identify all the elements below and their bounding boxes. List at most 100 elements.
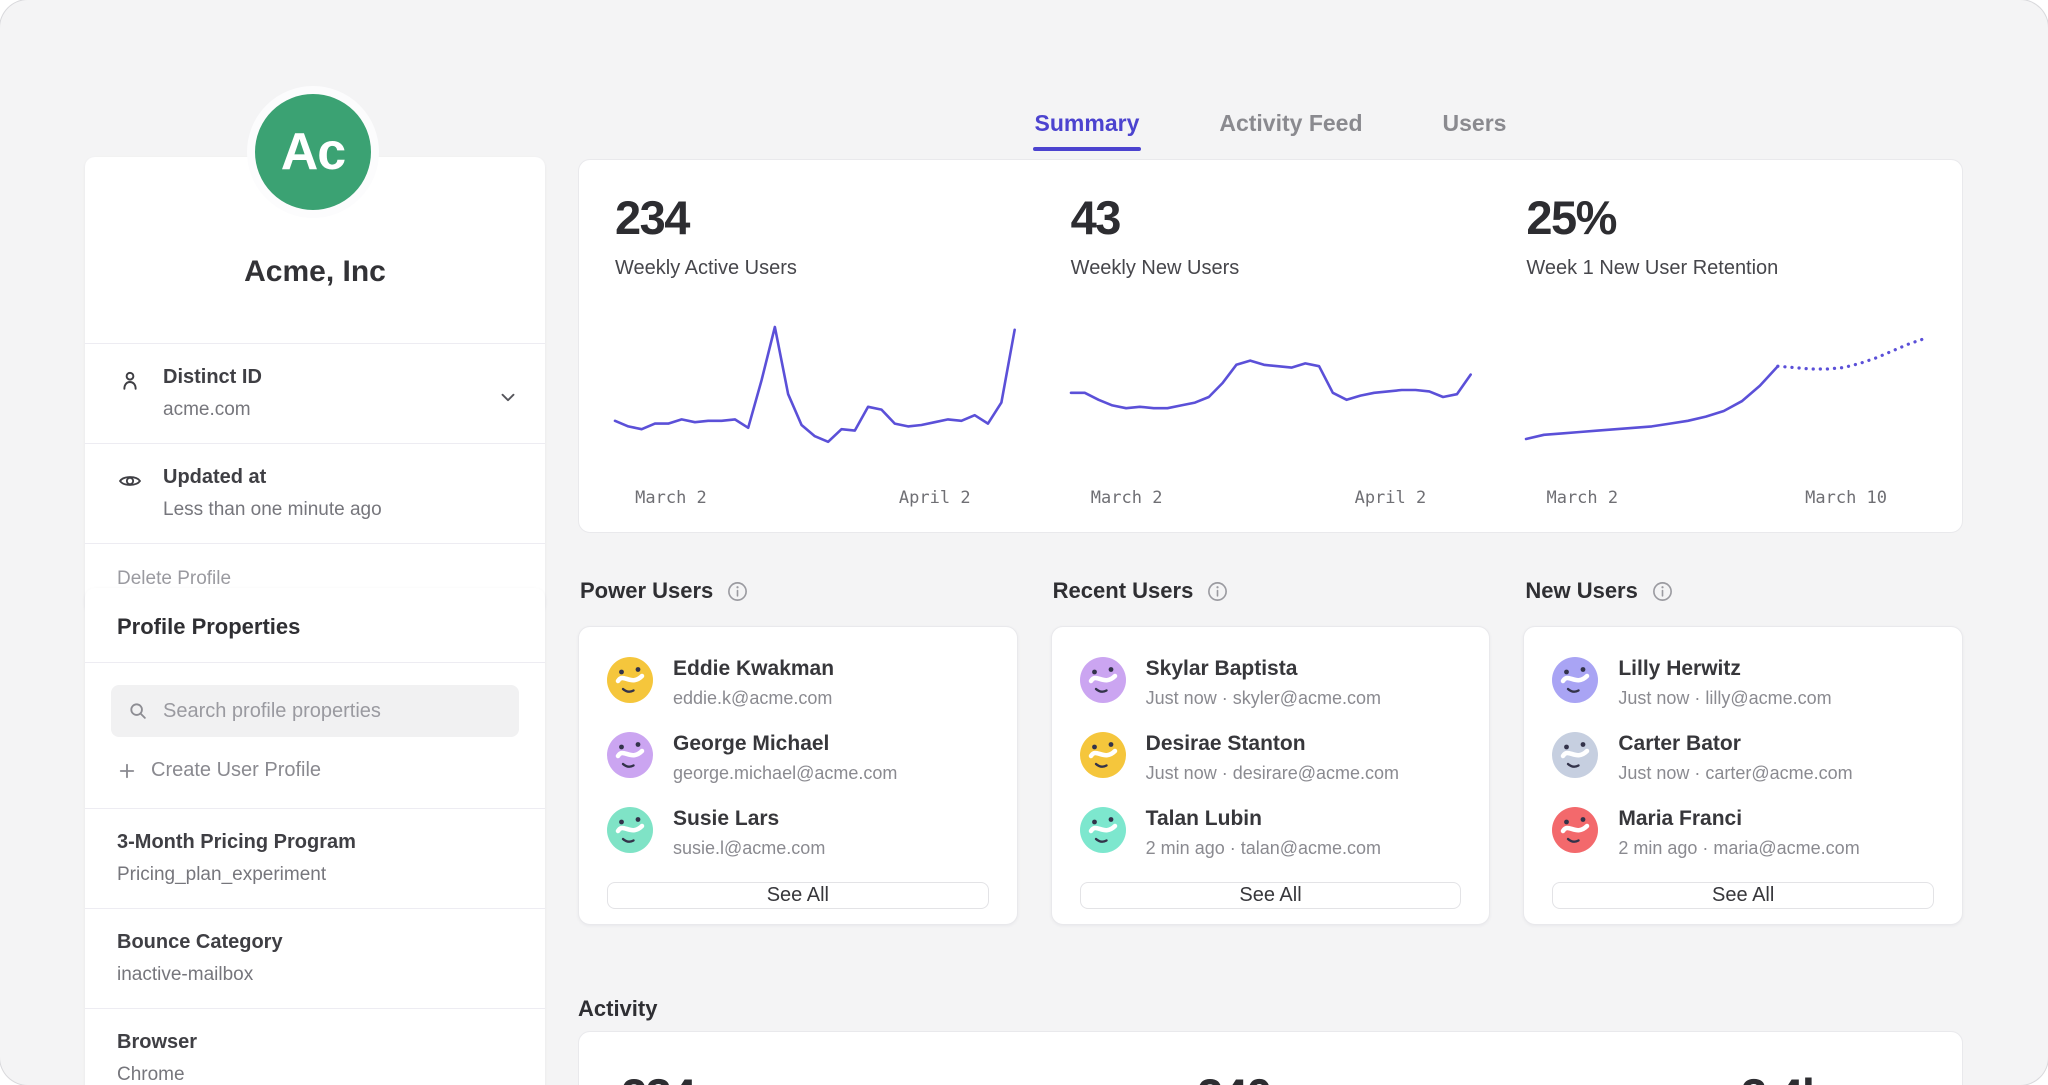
field-value: acme.com <box>163 399 262 421</box>
person-icon <box>117 368 143 394</box>
user-sections: Power Users Eddie Kwakman eddie.k@acme.c… <box>578 572 1963 925</box>
user-name: Carter Bator <box>1618 732 1852 756</box>
search-icon <box>127 700 149 722</box>
user-name: Eddie Kwakman <box>673 657 834 681</box>
stat-value: 25% <box>1526 190 1926 245</box>
stat-label: Weekly New Users <box>1071 257 1471 280</box>
x-tick: March 10 <box>1805 488 1887 508</box>
face-avatar-icon <box>1552 732 1598 778</box>
user-subtext: susie.l@acme.com <box>673 838 825 859</box>
see-all-button[interactable]: See All <box>1552 882 1934 909</box>
section-title: Power Users <box>580 578 713 604</box>
user-name: Talan Lubin <box>1146 807 1381 831</box>
profile-properties-search <box>111 685 519 737</box>
week1-retention-chart <box>1526 322 1926 472</box>
company-profile-card: Acme, Inc Distinct ID acme.com <box>85 157 545 614</box>
user-row[interactable]: George Michael george.michael@acme.com <box>607 732 989 784</box>
section-title: New Users <box>1525 578 1638 604</box>
user-subtext: Just now · carter@acme.com <box>1618 763 1852 784</box>
x-axis-labels: March 2 March 10 <box>1526 488 1926 514</box>
user-row[interactable]: Eddie Kwakman eddie.k@acme.com <box>607 657 989 709</box>
user-name: Maria Franci <box>1618 807 1859 831</box>
weekly-active-users-chart <box>615 322 1015 472</box>
user-row[interactable]: Desirae Stanton Just now · desirare@acme… <box>1080 732 1462 784</box>
new-users-card: Lilly Herwitz Just now · lilly@acme.com … <box>1523 626 1963 925</box>
user-row[interactable]: Lilly Herwitz Just now · lilly@acme.com <box>1552 657 1934 709</box>
eye-icon <box>117 468 143 494</box>
face-avatar-icon <box>1080 807 1126 853</box>
stat-week1-retention: 25% Week 1 New User Retention March 2 Ma… <box>1526 190 1926 532</box>
user-subtext: Just now · lilly@acme.com <box>1618 688 1831 709</box>
face-avatar-icon <box>1080 657 1126 703</box>
search-input[interactable] <box>111 685 519 737</box>
property-name: 3-Month Pricing Program <box>117 831 513 854</box>
activity-stat-value: 240 <box>1197 1068 1271 1085</box>
property-name: Browser <box>117 1031 513 1054</box>
field-value: Less than one minute ago <box>163 499 382 521</box>
new-users-section: New Users Lilly Herwitz Just now · lilly… <box>1523 572 1963 925</box>
power-users-section: Power Users Eddie Kwakman eddie.k@acme.c… <box>578 572 1018 925</box>
company-avatar: Ac <box>247 86 379 218</box>
user-name: Lilly Herwitz <box>1618 657 1831 681</box>
tab-activity-feed[interactable]: Activity Feed <box>1217 104 1364 151</box>
face-avatar-icon <box>607 657 653 703</box>
property-row[interactable]: 3-Month Pricing Program Pricing_plan_exp… <box>85 808 545 908</box>
tab-users[interactable]: Users <box>1441 104 1509 151</box>
user-row[interactable]: Susie Lars susie.l@acme.com <box>607 807 989 859</box>
property-row[interactable]: Bounce Category inactive-mailbox <box>85 908 545 1008</box>
x-tick: March 2 <box>1091 488 1163 508</box>
activity-stat-value: 234 <box>621 1068 695 1085</box>
property-value: inactive-mailbox <box>117 964 513 986</box>
face-avatar-icon <box>1552 807 1598 853</box>
user-name: Susie Lars <box>673 807 825 831</box>
weekly-new-users-chart <box>1071 322 1471 472</box>
info-icon[interactable] <box>1651 580 1674 603</box>
profile-properties-card: Profile Properties Create User Profile 3… <box>85 588 545 1085</box>
company-profile-window: Ac Acme, Inc Distinct ID acme.com <box>0 0 2048 1085</box>
stat-value: 43 <box>1071 190 1471 245</box>
section-title: Recent Users <box>1053 578 1194 604</box>
stat-label: Weekly Active Users <box>615 257 1015 280</box>
recent-users-card: Skylar Baptista Just now · skyler@acme.c… <box>1051 626 1491 925</box>
user-subtext: Just now · skyler@acme.com <box>1146 688 1381 709</box>
x-axis-labels: March 2 April 2 <box>615 488 1015 514</box>
user-name: Skylar Baptista <box>1146 657 1381 681</box>
stat-weekly-active-users: 234 Weekly Active Users March 2 April 2 <box>615 190 1015 532</box>
chevron-down-icon[interactable] <box>497 386 519 408</box>
see-all-button[interactable]: See All <box>1080 882 1462 909</box>
plus-icon <box>117 761 137 781</box>
create-user-profile-button[interactable]: Create User Profile <box>85 737 545 808</box>
user-row[interactable]: Skylar Baptista Just now · skyler@acme.c… <box>1080 657 1462 709</box>
user-row[interactable]: Carter Bator Just now · carter@acme.com <box>1552 732 1934 784</box>
user-name: George Michael <box>673 732 897 756</box>
user-subtext: eddie.k@acme.com <box>673 688 834 709</box>
info-icon[interactable] <box>726 580 749 603</box>
activity-card: 234 240 3.4k <box>578 1031 1963 1085</box>
info-icon[interactable] <box>1206 580 1229 603</box>
see-all-button[interactable]: See All <box>607 882 989 909</box>
face-avatar-icon <box>607 807 653 853</box>
property-value: Chrome <box>117 1064 513 1085</box>
activity-section-title: Activity <box>578 996 657 1022</box>
updated-at-row: Updated at Less than one minute ago <box>85 443 545 543</box>
stat-label: Week 1 New User Retention <box>1526 257 1926 280</box>
activity-stat-value: 3.4k <box>1741 1068 1826 1085</box>
tab-summary[interactable]: Summary <box>1033 104 1142 151</box>
user-row[interactable]: Maria Franci 2 min ago · maria@acme.com <box>1552 807 1934 859</box>
create-user-profile-label: Create User Profile <box>151 759 321 782</box>
x-tick: April 2 <box>1355 488 1427 508</box>
stat-weekly-new-users: 43 Weekly New Users March 2 April 2 <box>1071 190 1471 532</box>
stat-value: 234 <box>615 190 1015 245</box>
x-axis-labels: March 2 April 2 <box>1071 488 1471 514</box>
user-name: Desirae Stanton <box>1146 732 1399 756</box>
profile-properties-title: Profile Properties <box>85 588 545 663</box>
x-tick: March 2 <box>635 488 707 508</box>
face-avatar-icon <box>1080 732 1126 778</box>
property-name: Bounce Category <box>117 931 513 954</box>
distinct-id-row[interactable]: Distinct ID acme.com <box>85 343 545 443</box>
property-row[interactable]: Browser Chrome <box>85 1008 545 1085</box>
face-avatar-icon <box>607 732 653 778</box>
field-label: Updated at <box>163 466 382 489</box>
user-subtext: Just now · desirare@acme.com <box>1146 763 1399 784</box>
user-row[interactable]: Talan Lubin 2 min ago · talan@acme.com <box>1080 807 1462 859</box>
